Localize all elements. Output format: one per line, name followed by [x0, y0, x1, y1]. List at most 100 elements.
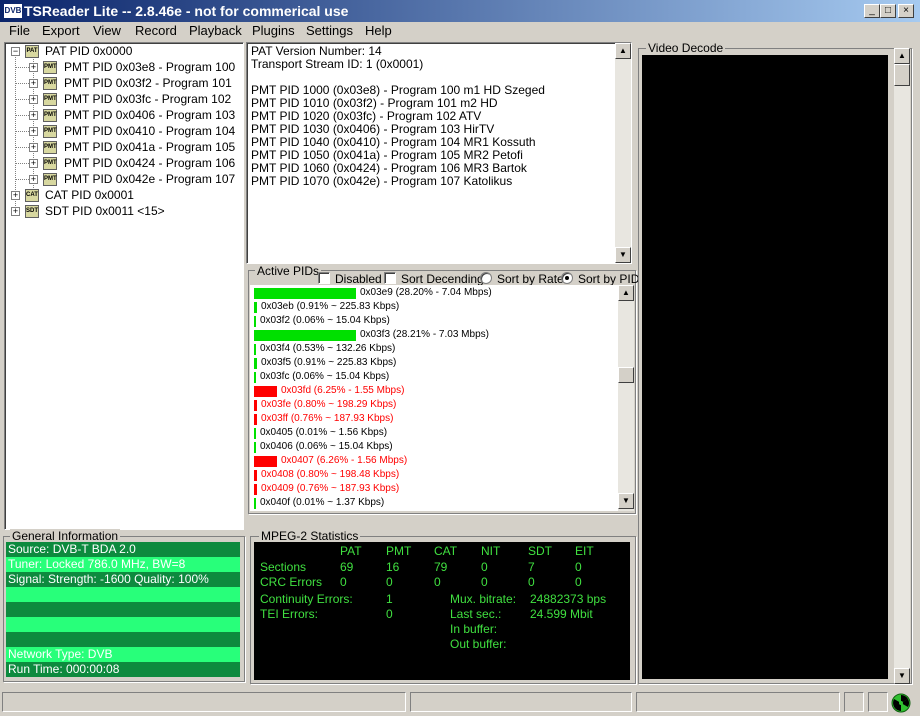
video-decode-area[interactable]: [642, 55, 888, 679]
menu-file[interactable]: File: [9, 23, 30, 38]
last-sec-value: 24.599 Mbit: [530, 607, 593, 621]
detail-scrollbar[interactable]: ▲ ▼: [615, 43, 631, 263]
out-buffer-label: Out buffer:: [450, 637, 507, 651]
pid-rate-bar: [254, 400, 257, 411]
tree-item-program[interactable]: PMT PID 0x0406 - Program 103: [64, 108, 235, 123]
general-info-row: Tuner: Locked 786.0 MHz, BW=8: [6, 557, 240, 572]
menu-view[interactable]: View: [93, 23, 121, 38]
video-scrollbar[interactable]: ▲ ▼: [894, 48, 910, 684]
expand-toggle[interactable]: +: [29, 95, 38, 104]
status-cell: [410, 692, 632, 712]
tree-item-program[interactable]: PMT PID 0x042e - Program 107: [64, 172, 235, 187]
tree-item-program[interactable]: PMT PID 0x0424 - Program 106: [64, 156, 235, 171]
col-header-nit: NIT: [481, 544, 501, 558]
pid-rate-label: 0x03fe (0.80% ~ 198.29 Kbps): [261, 399, 397, 410]
expand-toggle[interactable]: +: [11, 207, 20, 216]
tree-item-program[interactable]: PMT PID 0x03f2 - Program 101: [64, 76, 232, 91]
crc-pat: 0: [340, 575, 347, 589]
pmt-icon: PMT: [43, 125, 57, 138]
active-pids-list[interactable]: 0x03e9 (28.20% - 7.04 Mbps) 0x03eb (0.91%…: [250, 285, 634, 511]
sort-descending-label: Sort Decending: [401, 272, 484, 286]
scroll-down-icon[interactable]: ▼: [894, 668, 910, 684]
general-info-label: General Information: [10, 529, 121, 543]
scroll-up-icon[interactable]: ▲: [894, 48, 910, 64]
pid-rate-bar: [254, 428, 256, 439]
crc-cat: 0: [434, 575, 441, 589]
expand-toggle[interactable]: +: [29, 127, 38, 136]
disabled-checkbox[interactable]: [318, 272, 330, 284]
menu-settings[interactable]: Settings: [306, 23, 353, 38]
tree-item-program[interactable]: PMT PID 0x03e8 - Program 100: [64, 60, 235, 75]
scroll-up-icon[interactable]: ▲: [615, 43, 631, 59]
pid-tree-view[interactable]: − PAT PAT PID 0x0000 + PMT PMT PID 0x03e8 …: [4, 42, 244, 530]
pid-rate-bar: [254, 288, 356, 299]
general-info-row: [6, 587, 240, 602]
col-header-sdt: SDT: [528, 544, 552, 558]
pid-rate-label: 0x03f2 (0.06% ~ 15.04 Kbps): [260, 315, 390, 326]
pid-rate-bar: [254, 386, 277, 397]
pid-rate-bar: [254, 302, 257, 313]
menu-help[interactable]: Help: [365, 23, 392, 38]
pmt-icon: PMT: [43, 61, 57, 74]
scroll-thumb[interactable]: [618, 367, 634, 383]
pmt-icon: PMT: [43, 93, 57, 106]
expand-toggle[interactable]: +: [29, 159, 38, 168]
window-title: TSReader Lite -- 2.8.46e - not for comme…: [24, 3, 349, 19]
scroll-up-icon[interactable]: ▲: [618, 285, 634, 301]
expand-toggle[interactable]: +: [29, 175, 38, 184]
scroll-down-icon[interactable]: ▼: [615, 247, 631, 263]
general-info-row: [6, 602, 240, 617]
scroll-down-icon[interactable]: ▼: [618, 493, 634, 509]
tree-item-program[interactable]: PMT PID 0x0410 - Program 104: [64, 124, 235, 139]
tree-item-program[interactable]: PMT PID 0x041a - Program 105: [64, 140, 235, 155]
sections-eit: 0: [575, 560, 582, 574]
sort-by-rate-label: Sort by Rate: [497, 272, 564, 286]
menu-playback[interactable]: Playback: [189, 23, 242, 38]
expand-toggle[interactable]: +: [29, 63, 38, 72]
expand-toggle[interactable]: +: [11, 191, 20, 200]
status-bar: [0, 690, 920, 716]
general-info-row: [6, 632, 240, 647]
title-bar[interactable]: DVB TSReader Lite -- 2.8.46e - not for c…: [0, 0, 920, 22]
status-cell: [844, 692, 864, 712]
pids-scrollbar[interactable]: ▲ ▼: [618, 285, 634, 511]
sort-descending-checkbox[interactable]: [384, 272, 396, 284]
in-buffer-label: In buffer:: [450, 622, 498, 636]
minimize-button[interactable]: _: [864, 4, 880, 18]
sort-by-pid-radio[interactable]: [561, 272, 573, 284]
mpeg2-stats-panel: PAT PMT CAT NIT SDT EIT Sections 69 16 7…: [254, 542, 630, 680]
expand-toggle[interactable]: +: [29, 111, 38, 120]
collapse-toggle[interactable]: −: [11, 47, 20, 56]
continuity-errors-label: Continuity Errors:: [260, 592, 353, 606]
expand-toggle[interactable]: +: [29, 79, 38, 88]
pid-detail-pane[interactable]: PAT Version Number: 14 Transport Stream I…: [246, 42, 632, 264]
mux-bitrate-label: Mux. bitrate:: [450, 592, 517, 606]
tree-item-cat[interactable]: CAT PID 0x0001: [45, 188, 134, 203]
tree-item-sdt[interactable]: SDT PID 0x0011 <15>: [45, 204, 165, 219]
scroll-thumb[interactable]: [894, 64, 910, 86]
pid-rate-bar: [254, 344, 256, 355]
close-button[interactable]: ×: [898, 4, 914, 18]
menu-plugins[interactable]: Plugins: [252, 23, 295, 38]
sections-label: Sections: [260, 560, 307, 574]
status-cell-main: [2, 692, 406, 712]
continuity-errors-value: 1: [386, 592, 393, 606]
maximize-button[interactable]: □: [880, 4, 896, 18]
pid-rate-label: 0x03e9 (28.20% - 7.04 Mbps): [360, 287, 492, 298]
pmt-icon: PMT: [43, 157, 57, 170]
sections-pmt: 16: [386, 560, 400, 574]
general-info-row: Signal: Strength: -1600 Quality: 100%: [6, 572, 240, 587]
pid-rate-bar: [254, 498, 256, 509]
expand-toggle[interactable]: +: [29, 143, 38, 152]
col-header-cat: CAT: [434, 544, 458, 558]
pid-rate-label: 0x040f (0.01% ~ 1.37 Kbps): [260, 497, 385, 508]
cat-icon: CAT: [25, 189, 39, 202]
pid-rate-bar: [254, 484, 257, 495]
sort-by-rate-radio[interactable]: [480, 272, 492, 284]
general-info-row: [6, 617, 240, 632]
tree-item-program[interactable]: PMT PID 0x03fc - Program 102: [64, 92, 231, 107]
menu-record[interactable]: Record: [135, 23, 177, 38]
tree-item-pat[interactable]: PAT PID 0x0000: [45, 44, 132, 59]
menu-export[interactable]: Export: [42, 23, 80, 38]
crc-eit: 0: [575, 575, 582, 589]
